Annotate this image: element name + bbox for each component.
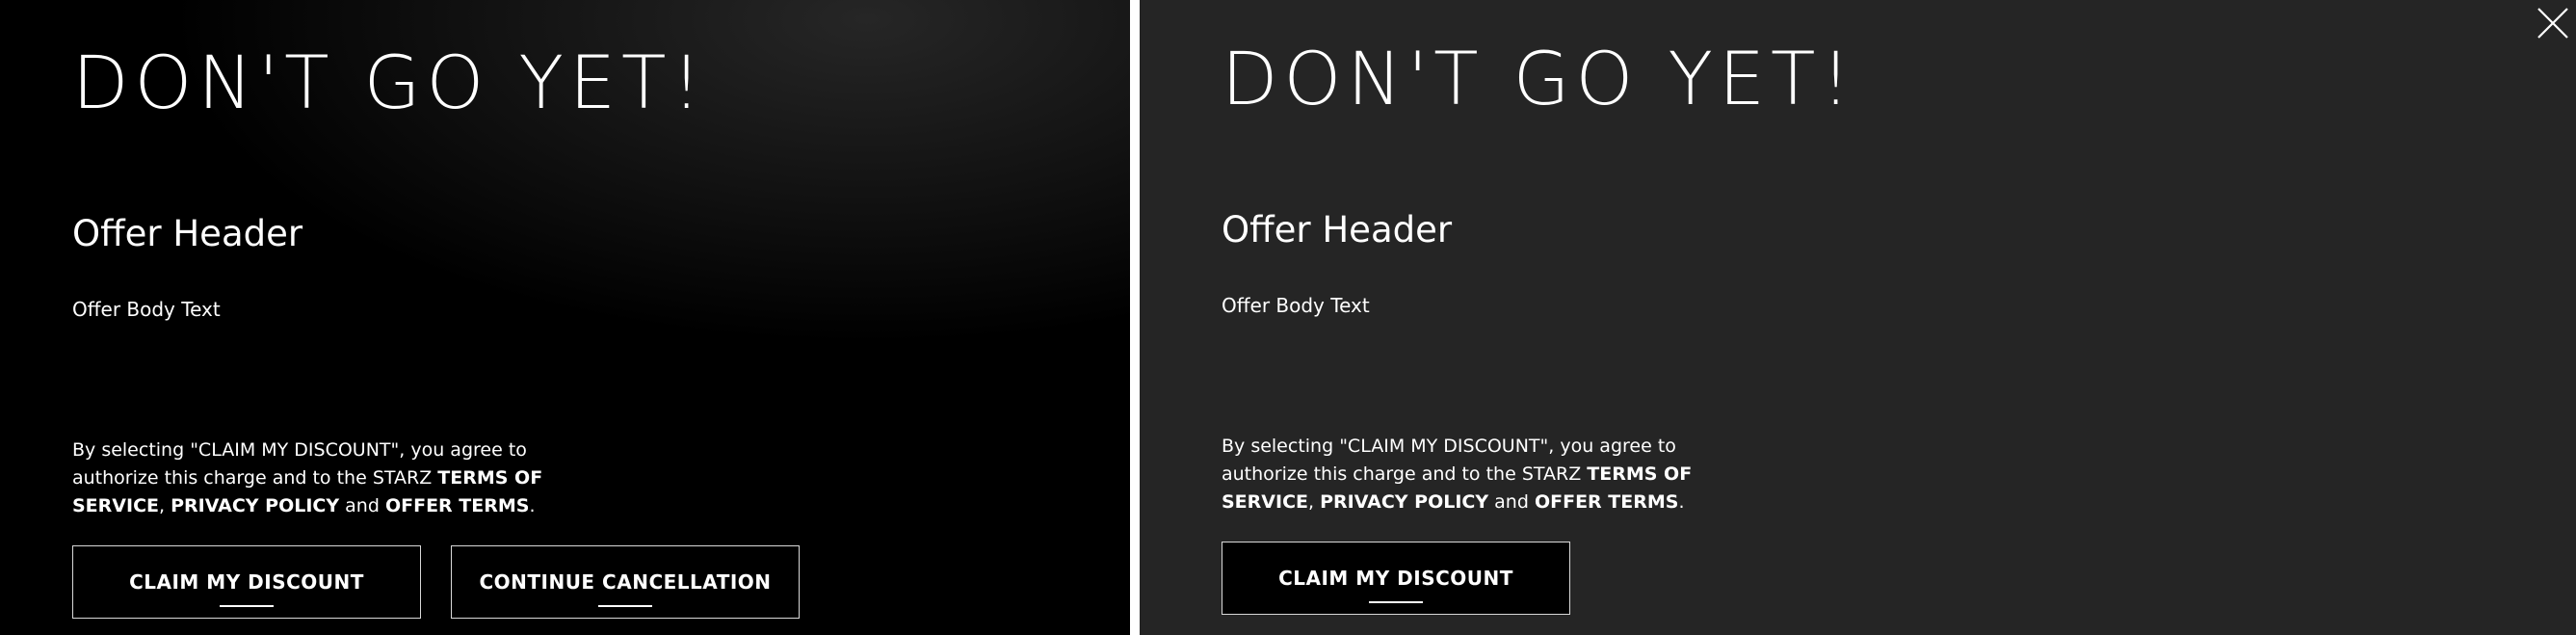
button-underline <box>220 605 274 607</box>
continue-cancellation-label: CONTINUE CANCELLATION <box>479 570 772 607</box>
button-underline <box>597 605 652 607</box>
offer-body-text: Offer Body Text <box>72 298 221 321</box>
claim-discount-text: CLAIM MY DISCOUNT <box>1278 567 1513 590</box>
headline: DON'T GO YET! <box>72 40 707 125</box>
privacy-policy-link[interactable]: PRIVACY POLICY <box>1320 491 1488 513</box>
continue-cancellation-button[interactable]: CONTINUE CANCELLATION <box>451 545 800 619</box>
close-button[interactable] <box>2534 4 2572 42</box>
legal-text: By selecting "CLAIM MY DISCOUNT", you ag… <box>1222 433 1703 516</box>
offer-modal-right: DON'T GO YET! Offer Header Offer Body Te… <box>1140 0 2576 635</box>
offer-header: Offer Header <box>72 213 303 254</box>
legal-separator: , <box>159 495 171 516</box>
legal-end: . <box>529 495 536 516</box>
headline: DON'T GO YET! <box>1222 36 1856 121</box>
button-underline <box>1369 601 1423 603</box>
claim-discount-button[interactable]: CLAIM MY DISCOUNT <box>72 545 421 619</box>
legal-text: By selecting "CLAIM MY DISCOUNT", you ag… <box>72 437 554 520</box>
privacy-policy-link[interactable]: PRIVACY POLICY <box>171 495 339 516</box>
offer-body-text: Offer Body Text <box>1222 294 1370 317</box>
legal-and: and <box>339 495 385 516</box>
claim-discount-text: CLAIM MY DISCOUNT <box>129 570 364 594</box>
legal-end: . <box>1678 491 1685 513</box>
offer-modal-left: DON'T GO YET! Offer Header Offer Body Te… <box>0 0 1130 635</box>
continue-cancellation-text: CONTINUE CANCELLATION <box>479 570 772 594</box>
claim-discount-button[interactable]: CLAIM MY DISCOUNT <box>1222 542 1570 615</box>
offer-terms-link[interactable]: OFFER TERMS <box>1535 491 1679 513</box>
claim-discount-label: CLAIM MY DISCOUNT <box>1278 567 1513 603</box>
claim-discount-label: CLAIM MY DISCOUNT <box>129 570 364 607</box>
legal-and: and <box>1488 491 1535 513</box>
legal-separator: , <box>1308 491 1321 513</box>
offer-header: Offer Header <box>1222 209 1453 251</box>
offer-terms-link[interactable]: OFFER TERMS <box>385 495 530 516</box>
close-icon <box>2537 8 2568 39</box>
